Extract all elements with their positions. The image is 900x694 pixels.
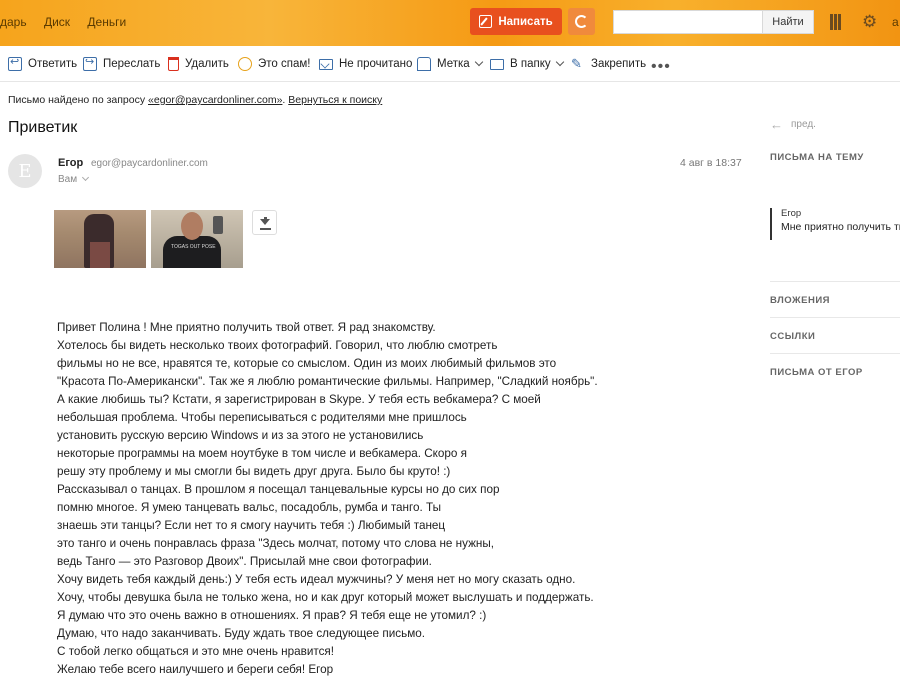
reply-button[interactable]: Ответить xyxy=(8,46,77,82)
from-sender-section-title[interactable]: ПИСЬМА ОТ ЕГОР xyxy=(770,367,863,378)
arrow-left-icon: ← xyxy=(770,117,783,132)
message-body-line: Я думаю что это очень важно в отношениях… xyxy=(57,609,487,622)
message-body-line: Хочу, чтобы девушка была не только жена,… xyxy=(57,591,594,604)
pin-label: Закрепить xyxy=(591,58,647,70)
message-body-line: небольшая проблема. Чтобы переписываться… xyxy=(57,411,467,424)
thumbs-down-icon xyxy=(238,57,252,71)
top-header: дарь Диск Деньги Написать Найти ⚙ а xyxy=(0,0,900,46)
refresh-icon xyxy=(575,15,588,28)
message-body-line: Хочу видеть тебя каждый день:) У тебя ес… xyxy=(57,573,576,586)
search-input[interactable] xyxy=(613,10,763,34)
delete-button[interactable]: Удалить xyxy=(168,46,229,82)
mark-unread-button[interactable]: Не прочитано xyxy=(319,46,412,82)
thread-item-snippet: Мне приятно получить тв xyxy=(781,221,900,233)
search-note-prefix: Письмо найдено по запросу xyxy=(8,94,149,106)
attachment-thumbnail-2[interactable]: TOGAS OUT POSE xyxy=(151,210,243,268)
pin-button[interactable]: ✎ Закрепить xyxy=(571,46,646,82)
message-body-line: установить русскую версию Windows и из з… xyxy=(57,429,424,442)
thread-item[interactable]: Егор Мне приятно получить тв xyxy=(770,208,900,240)
chevron-down-icon xyxy=(474,57,483,67)
divider xyxy=(770,353,900,354)
recipient-label: Вам xyxy=(58,174,78,185)
sender-email[interactable]: egor@paycardonliner.com xyxy=(91,158,208,169)
message-toolbar: Ответить Переслать Удалить Это спам! Не … xyxy=(0,46,900,82)
message-body: Привет Полина ! Мне приятно получить тво… xyxy=(57,319,697,679)
prev-message-link[interactable]: ← пред. xyxy=(770,117,816,132)
trash-icon xyxy=(168,57,179,71)
spam-label: Это спам! xyxy=(258,58,311,70)
sender-name[interactable]: Егор xyxy=(58,157,83,169)
chevron-down-icon xyxy=(82,173,90,182)
message-body-line: Привет Полина ! Мне приятно получить тво… xyxy=(57,321,436,334)
links-section-title[interactable]: ССЫЛКИ xyxy=(770,331,815,342)
recipient-toggle[interactable]: Вам xyxy=(58,173,90,185)
envelope-icon xyxy=(319,58,333,70)
reply-icon xyxy=(8,55,22,71)
nav-item-gifts[interactable]: дарь xyxy=(0,15,27,29)
attachments-section-title[interactable]: ВЛОЖЕНИЯ xyxy=(770,295,830,306)
download-icon xyxy=(259,218,270,225)
back-to-search-link[interactable]: Вернуться к поиску xyxy=(288,94,382,106)
message-body-line: Желаю тебе всего наилучшего и береги себ… xyxy=(57,663,334,676)
message-body-line: фильмы но не все, нравятся те, которые с… xyxy=(57,357,557,370)
related-messages-title: ПИСЬМА НА ТЕМУ xyxy=(770,152,864,163)
message-body-line: Думаю, что надо заканчивать. Буду ждать … xyxy=(57,627,425,640)
chevron-down-icon xyxy=(555,57,564,67)
search-result-note: Письмо найдено по запросу «egor@paycardo… xyxy=(8,94,382,106)
message-body-line: Хотелось бы видеть несколько твоих фотог… xyxy=(57,339,498,352)
pen-icon xyxy=(479,15,493,28)
reply-label: Ответить xyxy=(28,58,78,70)
spam-button[interactable]: Это спам! xyxy=(238,46,310,82)
unread-label: Не прочитано xyxy=(339,58,413,70)
delete-label: Удалить xyxy=(185,58,229,70)
move-to-folder-dropdown[interactable]: В папку xyxy=(490,46,564,82)
nav-item-money[interactable]: Деньги xyxy=(87,15,126,29)
folder-label: В папку xyxy=(510,58,551,70)
prev-label: пред. xyxy=(791,119,816,130)
message-body-line: Рассказывал о танцах. В прошлом я посеща… xyxy=(57,483,500,496)
message-body-line: "Красота По-Американски". Так же я люблю… xyxy=(57,375,598,388)
label-dropdown[interactable]: Метка xyxy=(417,46,483,82)
refresh-button[interactable] xyxy=(568,8,595,35)
download-attachments-button[interactable] xyxy=(252,210,277,235)
thread-item-from: Егор xyxy=(781,208,802,219)
compose-button[interactable]: Написать xyxy=(470,8,562,35)
right-sidebar: ← пред. ПИСЬМА НА ТЕМУ Егор Мне приятно … xyxy=(770,0,900,694)
forward-icon xyxy=(83,55,97,71)
message-subject: Приветик xyxy=(8,119,78,136)
forward-button[interactable]: Переслать xyxy=(83,46,160,82)
folder-icon xyxy=(490,58,504,70)
message-body-line: С тобой легко общаться и это мне очень н… xyxy=(57,645,335,658)
message-body-line: ведь Танго — это Разговор Двоих". Присыл… xyxy=(57,555,432,568)
message-date: 4 авг в 18:37 xyxy=(680,157,742,169)
pin-icon: ✎ xyxy=(571,56,582,71)
nav-item-disk[interactable]: Диск xyxy=(44,15,70,29)
tag-icon xyxy=(417,57,431,71)
message-body-line: помню многое. Я умею танцевать вальс, по… xyxy=(57,501,442,514)
search-query-link[interactable]: «egor@paycardonliner.com» xyxy=(148,94,282,106)
compose-label: Написать xyxy=(498,15,553,28)
message-body-line: некоторые программы на моем ноутбуке в т… xyxy=(57,447,467,460)
message-body-line: решу эту проблему и мы смогли бы видеть … xyxy=(57,465,451,478)
forward-label: Переслать xyxy=(103,58,161,70)
message-body-line: это танго и очень понравлась фраза "Здес… xyxy=(57,537,495,550)
divider xyxy=(770,281,900,282)
message-body-line: знаешь эти танцы? Если нет то я смогу на… xyxy=(57,519,446,532)
attachment-thumbnail-1[interactable] xyxy=(54,210,146,268)
top-nav: дарь Диск Деньги xyxy=(0,15,140,29)
avatar: Е xyxy=(8,154,42,188)
label-label: Метка xyxy=(437,58,470,70)
message-body-line: А какие любишь ты? Кстати, я зарегистрир… xyxy=(57,393,541,406)
more-options-icon[interactable]: ••• xyxy=(651,58,671,76)
divider xyxy=(770,317,900,318)
